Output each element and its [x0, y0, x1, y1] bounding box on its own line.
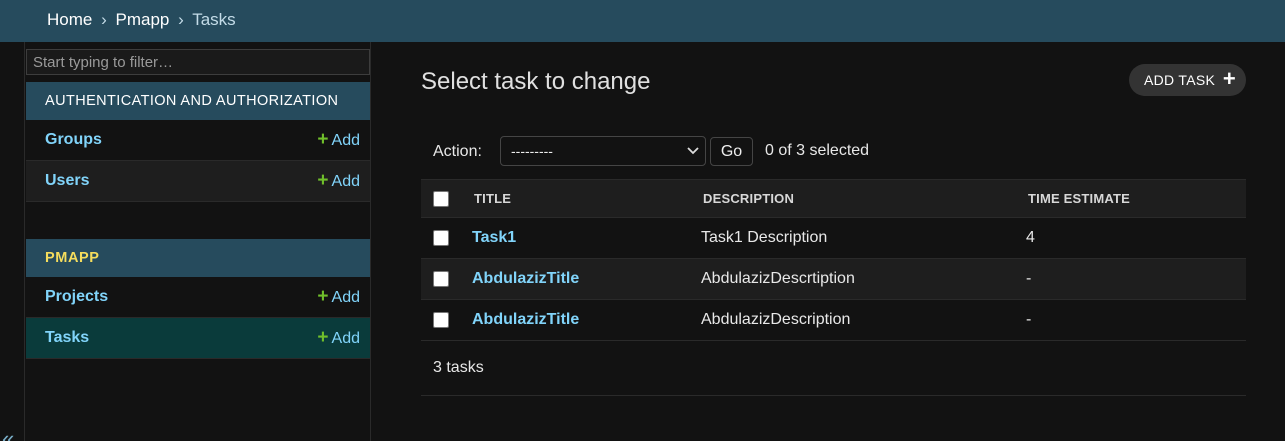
table-row: Task1 Task1 Description 4: [421, 218, 1246, 259]
add-plus-icon: +: [317, 129, 329, 150]
action-select-value: ---------: [511, 143, 553, 159]
breadcrumb-separator: ›: [101, 10, 107, 29]
add-plus-icon: +: [317, 327, 329, 348]
add-link-label: Add: [331, 330, 360, 347]
row-checkbox[interactable]: [433, 271, 449, 287]
app-header-pmapp[interactable]: PMAPP: [26, 239, 370, 277]
add-projects-link[interactable]: + Add: [317, 277, 360, 318]
breadcrumb: Home › Pmapp › Tasks: [0, 0, 1285, 42]
task-title-link[interactable]: Task1: [472, 218, 516, 258]
action-select[interactable]: ---------: [500, 136, 706, 166]
table-header: TITLE DESCRIPTION TIME ESTIMATE: [421, 179, 1246, 218]
task-description: AbdulazizDescription: [701, 311, 851, 328]
column-header-title[interactable]: TITLE: [474, 180, 511, 218]
results-table: TITLE DESCRIPTION TIME ESTIMATE Task1 Ta…: [421, 179, 1246, 341]
add-link-label: Add: [331, 132, 360, 149]
row-checkbox[interactable]: [433, 230, 449, 246]
breadcrumb-separator: ›: [178, 10, 184, 29]
selection-counter: 0 of 3 selected: [765, 142, 870, 159]
sidebar-item-groups: Groups + Add: [26, 120, 370, 161]
breadcrumb-current: Tasks: [192, 10, 236, 29]
sidebar-filter-input[interactable]: [26, 49, 370, 75]
sidebar-item-label[interactable]: Projects: [45, 277, 108, 317]
add-users-link[interactable]: + Add: [317, 161, 360, 202]
task-description: AbdulazizDescrtiption: [701, 270, 855, 287]
sidebar-item-label[interactable]: Users: [45, 161, 89, 201]
task-time-estimate: -: [1026, 311, 1032, 328]
task-title-link[interactable]: AbdulazizTitle: [472, 300, 579, 340]
table-row: AbdulazizTitle AbdulazizDescrtiption -: [421, 259, 1246, 300]
sidebar-toggle-gutter: «: [0, 42, 25, 441]
task-time-estimate: -: [1026, 270, 1032, 287]
add-task-button[interactable]: ADD TASK +: [1129, 64, 1246, 96]
sidebar-item-label[interactable]: Tasks: [45, 318, 89, 358]
result-count: 3 tasks: [421, 342, 1246, 396]
sidebar-item-users: Users + Add: [26, 161, 370, 202]
column-header-description[interactable]: DESCRIPTION: [703, 180, 794, 218]
select-all-checkbox[interactable]: [433, 191, 449, 207]
plus-icon: +: [1222, 66, 1236, 91]
page-title: Select task to change: [421, 68, 651, 95]
collapse-sidebar-icon[interactable]: «: [2, 425, 14, 441]
add-groups-link[interactable]: + Add: [317, 120, 360, 161]
task-time-estimate: 4: [1026, 229, 1035, 246]
add-tasks-link[interactable]: + Add: [317, 318, 360, 359]
add-link-label: Add: [331, 173, 360, 190]
add-link-label: Add: [331, 289, 360, 306]
add-plus-icon: +: [317, 170, 329, 191]
task-description: Task1 Description: [701, 229, 828, 246]
breadcrumb-home[interactable]: Home: [47, 10, 92, 29]
add-task-label: ADD TASK: [1144, 72, 1216, 88]
sidebar-item-tasks: Tasks + Add: [26, 318, 370, 359]
column-header-time-estimate[interactable]: TIME ESTIMATE: [1028, 180, 1130, 218]
app-header-auth[interactable]: AUTHENTICATION AND AUTHORIZATION: [26, 82, 370, 120]
chevron-down-icon: [687, 137, 699, 175]
main-content: Select task to change ADD TASK + Action:…: [371, 42, 1285, 441]
action-label: Action:: [433, 143, 482, 160]
sidebar: AUTHENTICATION AND AUTHORIZATION Groups …: [25, 42, 371, 441]
breadcrumb-app[interactable]: Pmapp: [116, 10, 170, 29]
table-row: AbdulazizTitle AbdulazizDescription -: [421, 300, 1246, 341]
add-plus-icon: +: [317, 286, 329, 307]
task-title-link[interactable]: AbdulazizTitle: [472, 259, 579, 299]
sidebar-item-label[interactable]: Groups: [45, 120, 102, 160]
sidebar-item-projects: Projects + Add: [26, 277, 370, 318]
row-checkbox[interactable]: [433, 312, 449, 328]
go-button[interactable]: Go: [710, 137, 753, 166]
